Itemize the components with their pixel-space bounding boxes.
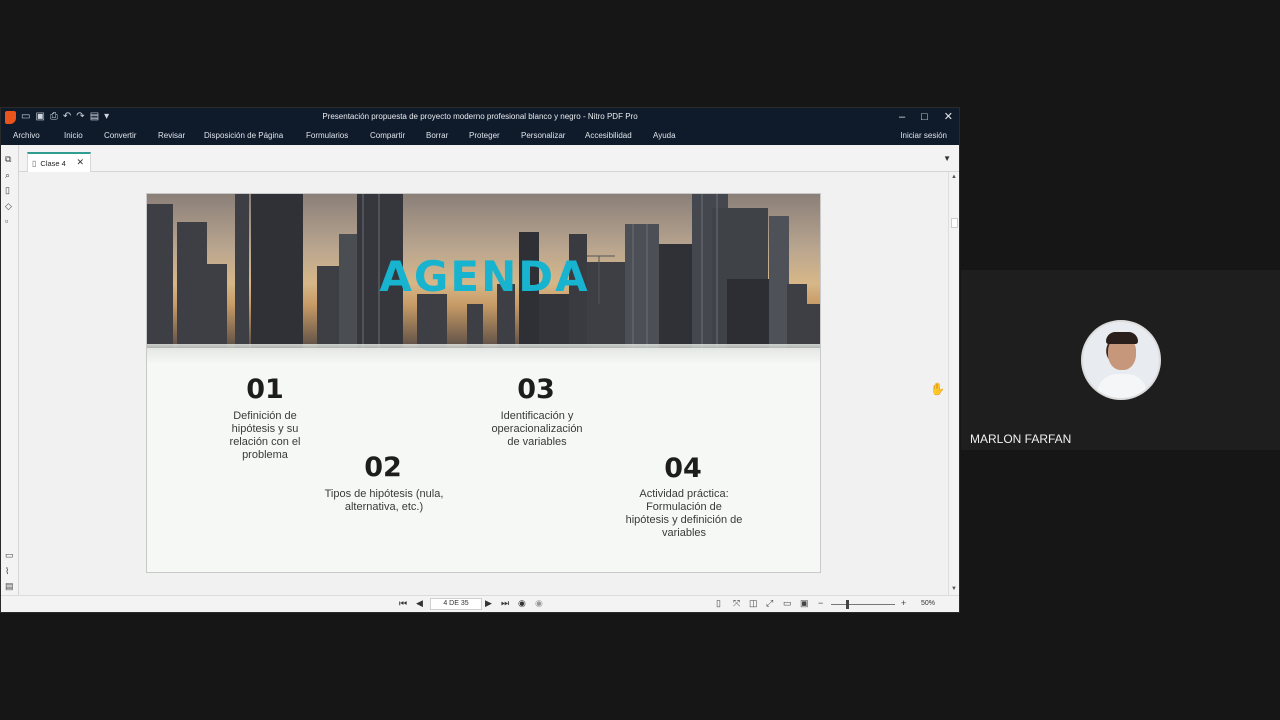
left-toolbar: ⧉ ⌕ ▯ ◇ ▫ ▭ ⌇ ▤ — [1, 145, 19, 612]
zoom-out-icon[interactable]: − — [818, 598, 823, 608]
presentation-mode-icon[interactable]: ▭ — [783, 598, 792, 609]
agenda-item-text: Identificación y operacionalización de v… — [491, 410, 583, 448]
close-icon[interactable]: ✕ — [944, 109, 953, 125]
hand-cursor-icon: ✋ — [930, 382, 945, 396]
avatar — [1081, 320, 1161, 400]
window-title: Presentación propuesta de proyecto moder… — [322, 112, 638, 121]
sign-in-link[interactable]: Iniciar sesión — [900, 131, 947, 140]
title-bar: ▭ ▣ ⎙ ↶ ↷ ▤ ▾ Presentación propuesta de … — [1, 108, 959, 127]
menu-convertir[interactable]: Convertir — [104, 131, 136, 140]
previous-page-icon[interactable]: ◀ — [416, 598, 423, 609]
fields-icon[interactable]: ▤ — [5, 581, 14, 591]
tab-close-icon[interactable]: ✕ — [76, 157, 84, 168]
back-view-icon[interactable]: ◉ — [518, 598, 526, 609]
maximize-icon[interactable]: □ — [921, 109, 928, 125]
menu-proteger[interactable]: Proteger — [469, 131, 500, 140]
zoom-slider-handle[interactable] — [846, 600, 849, 609]
agenda-item-text: Definición de hipótesis y su relación co… — [229, 410, 301, 461]
scroll-up-icon[interactable]: ▲ — [951, 174, 957, 180]
menu-compartir[interactable]: Compartir — [370, 131, 405, 140]
menu-accesibilidad[interactable]: Accesibilidad — [585, 131, 632, 140]
forward-view-icon[interactable]: ◉ — [535, 598, 543, 609]
participant-video-tile[interactable]: MARLON FARFAN — [961, 270, 1280, 450]
menu-ayuda[interactable]: Ayuda — [653, 131, 676, 140]
zoom-in-icon[interactable]: + — [901, 598, 906, 608]
tab-clase-4[interactable]: ▯ Clase 4 ✕ — [27, 152, 91, 172]
pages-panel-icon[interactable]: ⧉ — [5, 154, 11, 164]
first-page-icon[interactable]: ⏮ — [399, 598, 407, 609]
zoom-level[interactable]: 50% — [921, 600, 935, 607]
bookmark-icon[interactable]: ▯ — [5, 185, 10, 195]
menu-borrar[interactable]: Borrar — [426, 131, 448, 140]
minimize-icon[interactable]: – — [899, 109, 905, 125]
search-icon[interactable]: ⌕ — [5, 170, 10, 180]
comment-icon[interactable]: ▭ — [5, 550, 14, 560]
agenda-item-number: 04 — [664, 453, 702, 484]
menu-archivo[interactable]: Archivo — [13, 131, 40, 140]
last-page-icon[interactable]: ⏭ — [501, 598, 509, 609]
document-icon: ▯ — [32, 158, 37, 168]
city-skyline-image: AGENDA — [147, 194, 820, 348]
avatar-shirt — [1097, 374, 1147, 398]
menu-disposicion[interactable]: Disposición de Página — [204, 131, 283, 140]
scroll-thumb[interactable] — [951, 218, 958, 228]
hero-fade — [147, 344, 820, 364]
menu-revisar[interactable]: Revisar — [158, 131, 185, 140]
status-bar: ⏮ ◀ 4 DE 35 ▶ ⏭ ◉ ◉ ▯ ⤧ ◫ ⤢ ▭ ▣ − + 50% — [1, 595, 959, 612]
scroll-down-icon[interactable]: ▼ — [951, 586, 957, 592]
avatar-hair — [1106, 332, 1138, 344]
participant-name: MARLON FARFAN — [970, 432, 1072, 446]
agenda-item-number: 01 — [246, 374, 284, 405]
agenda-item-text: Tipos de hipótesis (nula, alternativa, e… — [324, 488, 444, 513]
menu-inicio[interactable]: Inicio — [64, 131, 83, 140]
screen-mode-icon[interactable]: ▣ — [800, 598, 809, 609]
tag-icon[interactable]: ◇ — [5, 201, 12, 211]
fit-width-icon[interactable]: ⤧ — [733, 598, 740, 609]
menu-personalizar[interactable]: Personalizar — [521, 131, 565, 140]
slide-page: AGENDA 01 Definición de hipótesis y su r… — [146, 193, 821, 573]
window-controls: – □ ✕ — [899, 109, 953, 125]
tab-list-dropdown-icon[interactable]: ▼ — [943, 154, 951, 163]
zoom-slider[interactable] — [831, 604, 895, 605]
next-page-icon[interactable]: ▶ — [485, 598, 492, 609]
agenda-item-number: 02 — [364, 452, 402, 483]
two-page-view-icon[interactable]: ◫ — [749, 598, 758, 609]
screen: ▭ ▣ ⎙ ↶ ↷ ▤ ▾ Presentación propuesta de … — [0, 0, 1280, 720]
single-page-view-icon[interactable]: ▯ — [716, 598, 721, 609]
lock-icon[interactable]: ▫ — [5, 216, 8, 226]
menu-formularios[interactable]: Formularios — [306, 131, 348, 140]
menu-bar: Archivo Inicio Convertir Revisar Disposi… — [1, 127, 959, 145]
slide-title: AGENDA — [379, 252, 590, 301]
attachment-icon[interactable]: ⌇ — [5, 566, 9, 576]
tab-label: Clase 4 — [40, 158, 66, 168]
vertical-scrollbar[interactable]: ▲ ▼ — [948, 172, 959, 595]
agenda-item-number: 03 — [517, 374, 555, 405]
fit-page-icon[interactable]: ⤢ — [766, 598, 773, 609]
page-indicator[interactable]: 4 DE 35 — [430, 598, 482, 610]
document-tab-strip: ▯ Clase 4 ✕ ▼ — [19, 145, 959, 172]
agenda-item-text: Actividad práctica: Formulación de hipót… — [625, 488, 743, 539]
